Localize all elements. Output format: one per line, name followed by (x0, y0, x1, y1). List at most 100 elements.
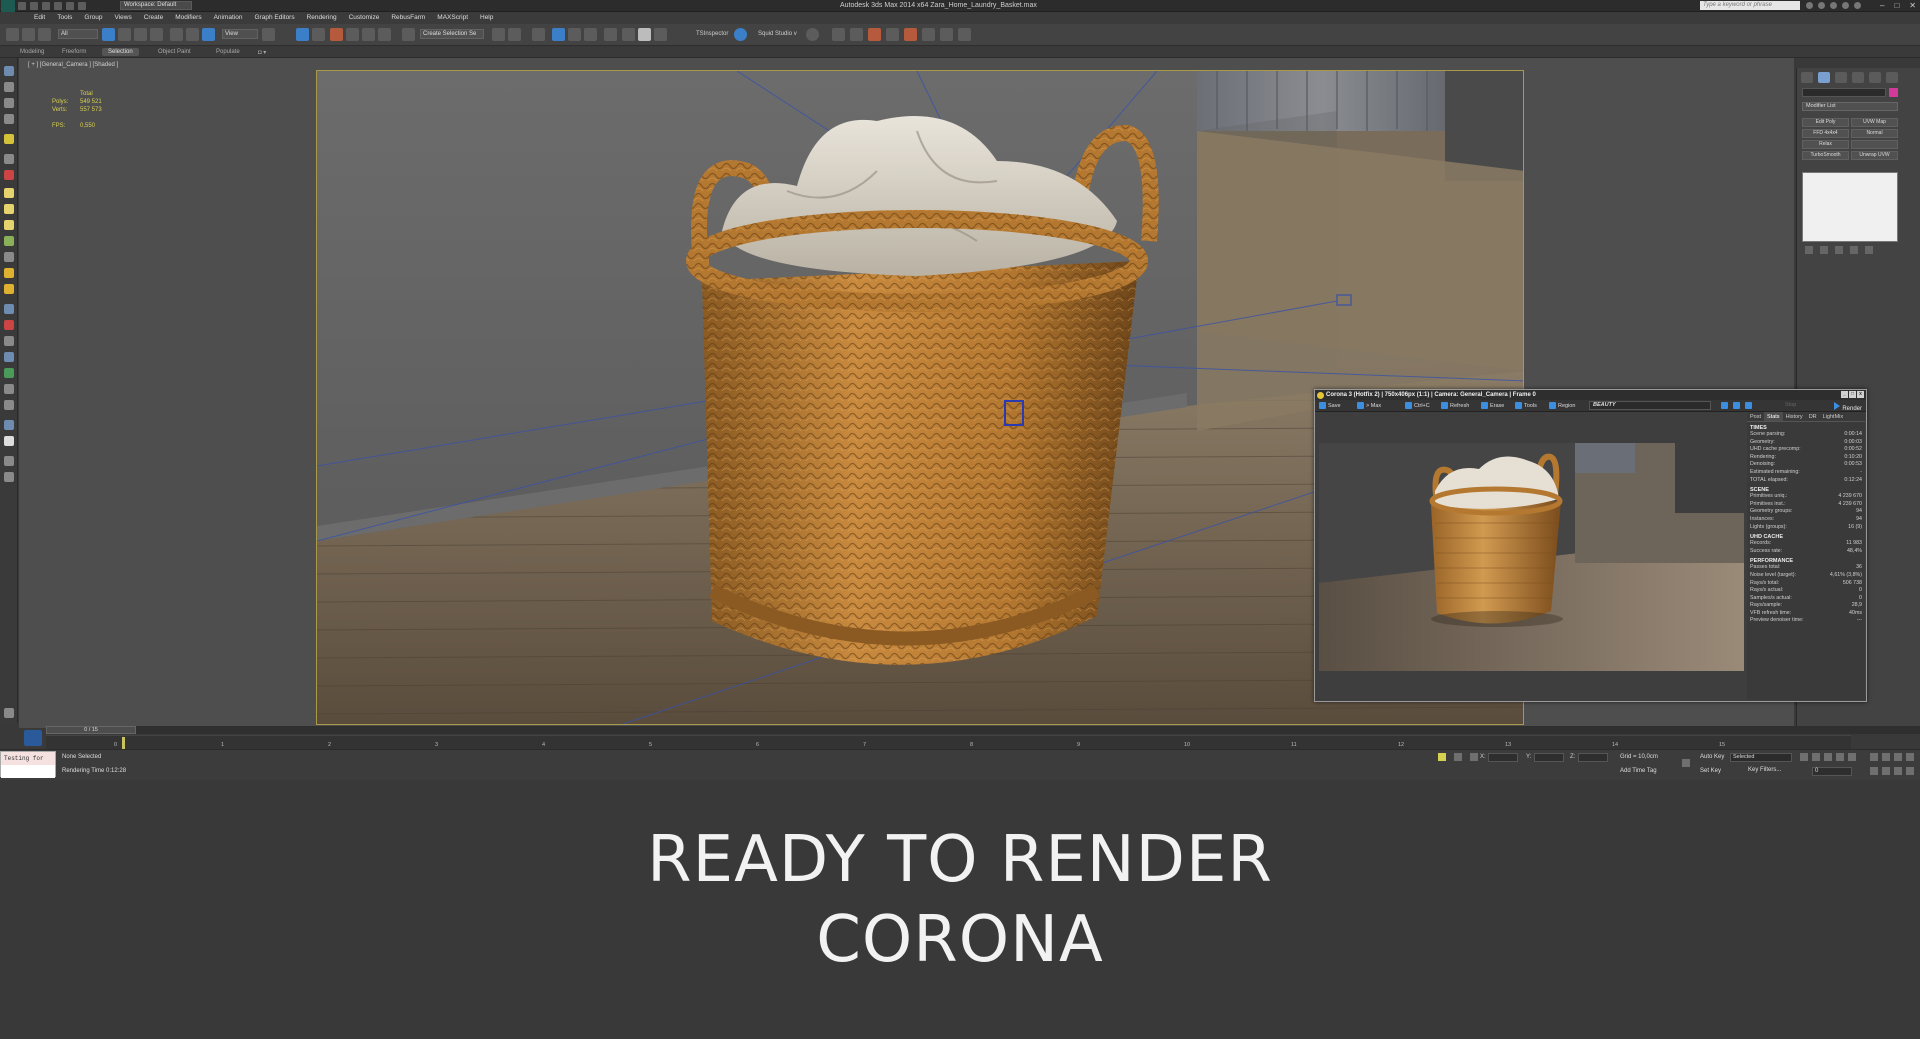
favorites-icon[interactable] (1842, 2, 1849, 9)
sun-icon[interactable] (4, 268, 14, 278)
uvw-map-button[interactable]: UVW Map (1851, 118, 1898, 127)
vfb-tab-stats[interactable]: Stats (1764, 412, 1783, 421)
vfb-to-max-button[interactable]: > Max (1357, 402, 1381, 409)
project-folder-icon[interactable] (78, 2, 86, 10)
cameras-icon[interactable] (4, 154, 14, 164)
play-icon[interactable] (1824, 753, 1832, 761)
named-selection-dropdown[interactable]: Create Selection Se (420, 29, 484, 39)
display-tab-icon[interactable] (1869, 72, 1881, 83)
biped-icon[interactable] (4, 320, 14, 330)
viewport-label[interactable]: [ + ] [General_Camera ] [Shaded ] (28, 62, 118, 68)
new-file-icon[interactable] (18, 2, 26, 10)
select-and-link-icon[interactable] (6, 28, 19, 41)
previous-frame-icon[interactable] (1812, 753, 1820, 761)
isolate-selection-icon[interactable] (1438, 753, 1446, 761)
make-unique-icon[interactable] (1835, 246, 1843, 254)
grid-icon[interactable] (4, 436, 14, 446)
vfb-refresh-button[interactable]: Refresh (1441, 402, 1469, 409)
time-slider-handle[interactable]: 0 / 15 (46, 726, 136, 734)
configure-sets-icon[interactable] (1865, 246, 1873, 254)
menu-item-tools[interactable]: Tools (51, 12, 78, 24)
schematic-view-icon[interactable] (584, 28, 597, 41)
material-editor-icon[interactable] (604, 28, 617, 41)
orbit-icon[interactable] (1894, 767, 1902, 775)
workspace-dropdown[interactable]: Workspace: Default (120, 1, 192, 10)
helpers-icon[interactable] (4, 170, 14, 180)
menu-item-rebusfarm[interactable]: RebusFarm (385, 12, 431, 24)
maxscript-listener[interactable]: Testing for (0, 751, 56, 778)
pan-icon[interactable] (1882, 767, 1890, 775)
vfb-render-image[interactable] (1319, 443, 1744, 671)
vfb-save-button[interactable]: Save (1319, 402, 1341, 409)
empty-modifier-button[interactable] (1851, 140, 1898, 149)
ffd-button[interactable]: FFD 4x4x4 (1802, 129, 1849, 138)
tsinspector-label[interactable]: TSInspector (696, 31, 728, 37)
render-element-dropdown[interactable]: BEAUTY (1589, 401, 1711, 410)
spacewarps-icon[interactable] (4, 236, 14, 246)
menu-item-help[interactable]: Help (474, 12, 499, 24)
systems-icon[interactable] (4, 252, 14, 262)
menu-item-group[interactable]: Group (78, 12, 108, 24)
menu-item-animation[interactable]: Animation (208, 12, 249, 24)
remove-modifier-icon[interactable] (1850, 246, 1858, 254)
object-name-field[interactable] (1802, 88, 1886, 97)
maximize-button[interactable]: □ (1894, 1, 1899, 10)
auto-key-button[interactable]: Auto Key (1700, 754, 1724, 760)
angle-snap-icon[interactable] (346, 28, 359, 41)
reference-coordinate-dropdown[interactable]: View (222, 29, 258, 39)
zoom-extents-icon[interactable] (1894, 753, 1902, 761)
render-production-icon[interactable] (654, 28, 667, 41)
help-icon[interactable] (1854, 2, 1861, 9)
compound-icon[interactable] (4, 420, 14, 430)
tab-object-paint[interactable]: Object Paint (152, 48, 197, 56)
vfb-tab-lightmix[interactable]: LightMix (1820, 412, 1846, 421)
hair-icon[interactable] (4, 384, 14, 394)
current-frame-field[interactable]: 0 (1812, 767, 1852, 776)
layer-explorer-icon[interactable] (4, 98, 14, 108)
subscription-icon[interactable] (1818, 2, 1825, 9)
menu-item-modifiers[interactable]: Modifiers (169, 12, 207, 24)
vfb-tab-post[interactable]: Post (1747, 412, 1764, 421)
key-filters-button[interactable]: Key Filters... (1748, 767, 1781, 773)
layer-manager-icon[interactable] (532, 28, 545, 41)
particles-icon[interactable] (4, 336, 14, 346)
rebus-download-icon[interactable] (886, 28, 899, 41)
redo-icon[interactable] (66, 2, 74, 10)
help-circle-icon[interactable] (4, 472, 14, 482)
tab-populate[interactable]: Populate (210, 48, 246, 56)
vfb-erase-button[interactable]: Erase (1481, 402, 1504, 409)
mini-curve-editor-toggle[interactable] (22, 728, 44, 748)
rebus-shop-icon[interactable] (958, 28, 971, 41)
vfb-copy-button[interactable]: Ctrl+C (1405, 402, 1430, 409)
render-setup-icon[interactable] (622, 28, 635, 41)
menu-item-graph-editors[interactable]: Graph Editors (249, 12, 301, 24)
menu-item-customize[interactable]: Customize (343, 12, 386, 24)
lights-icon[interactable] (4, 134, 14, 144)
vfb-minimize-button[interactable]: _ (1841, 391, 1848, 398)
rebus-folder-icon[interactable] (904, 28, 917, 41)
utilities-tab-icon[interactable] (1886, 72, 1898, 83)
go-to-start-icon[interactable] (1800, 753, 1808, 761)
rotate-icon[interactable] (186, 28, 199, 41)
rebus-settings-icon[interactable] (922, 28, 935, 41)
tab-selection[interactable]: Selection (102, 48, 139, 56)
vfb-tab-history[interactable]: History (1783, 412, 1806, 421)
daylight-icon[interactable] (4, 284, 14, 294)
vfb-stop-button[interactable]: Stop (1785, 402, 1796, 408)
pivot-center-icon[interactable] (262, 28, 275, 41)
vfb-close-button[interactable]: x (1857, 391, 1864, 398)
relax-button[interactable]: Relax (1802, 140, 1849, 149)
app-logo-icon[interactable] (1, 0, 15, 12)
tape-icon[interactable] (4, 456, 14, 466)
save-file-icon[interactable] (42, 2, 50, 10)
select-object-icon[interactable] (102, 28, 115, 41)
edit-named-selection-icon[interactable] (402, 28, 415, 41)
display-icon[interactable] (4, 114, 14, 124)
scene-explorer-icon[interactable] (4, 82, 14, 92)
set-key-mode-icon[interactable] (1682, 759, 1690, 767)
spinner-snap-icon[interactable] (378, 28, 391, 41)
tsinspector-icon[interactable] (734, 28, 747, 41)
menu-item-create[interactable]: Create (138, 12, 170, 24)
curve-editor-toggle-icon[interactable] (24, 730, 42, 746)
vfb-maximize-button[interactable]: □ (1849, 391, 1856, 398)
